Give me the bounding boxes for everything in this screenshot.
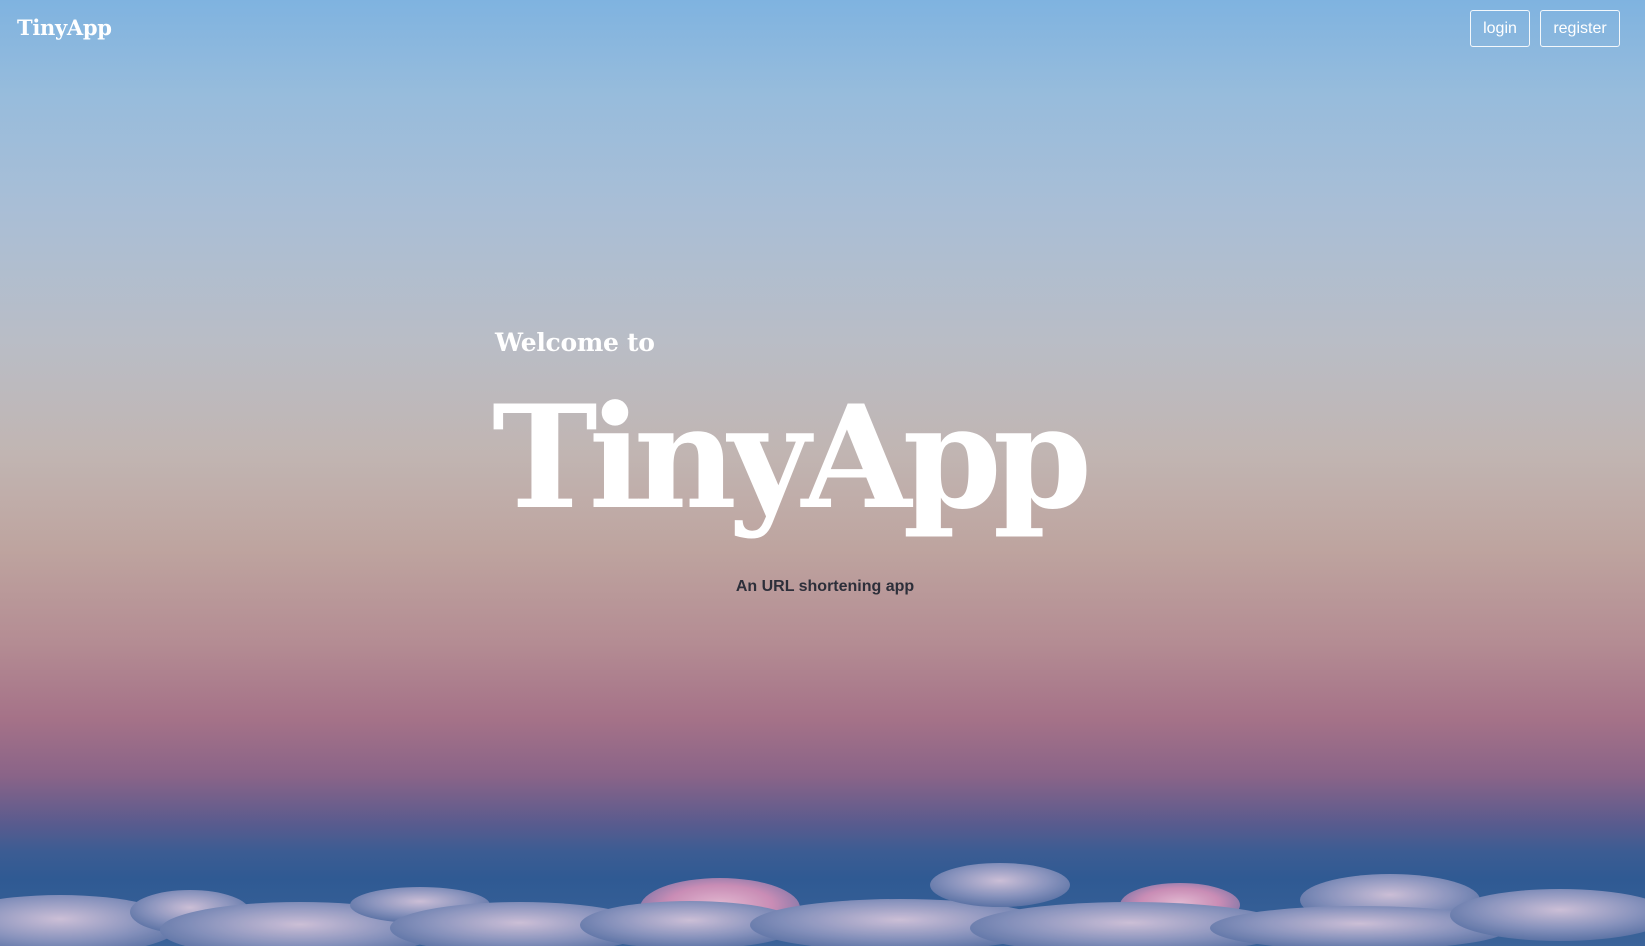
brand-logo[interactable]: TinyApp bbox=[17, 15, 112, 40]
welcome-heading: Welcome to bbox=[495, 328, 655, 357]
hero-background: TinyApp login register Welcome to TinyAp… bbox=[0, 0, 1645, 946]
login-button[interactable]: login bbox=[1470, 10, 1530, 47]
hero-title: TinyApp bbox=[492, 375, 1092, 541]
register-button[interactable]: register bbox=[1540, 10, 1620, 47]
hero-subtitle: An URL shortening app bbox=[735, 578, 915, 595]
